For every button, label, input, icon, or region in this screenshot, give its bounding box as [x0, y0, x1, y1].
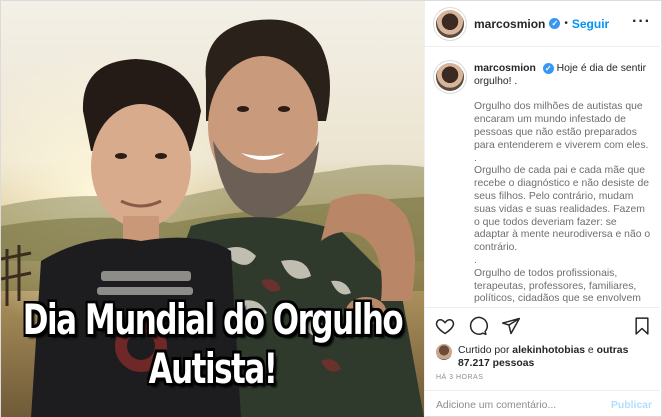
liker-username[interactable]: alekinhotobias [512, 345, 585, 356]
likes-middle: e [585, 345, 597, 356]
bookmark-icon[interactable] [632, 316, 652, 336]
verified-badge-icon: ✓ [549, 18, 561, 29]
caption-comment: marcosmion ✓ Hoje é dia de sentir orgulh… [436, 63, 653, 306]
caption-paragraph: . [474, 152, 477, 164]
likes-summary: Curtido por alekinhotobias e outras 87.2… [436, 344, 648, 370]
caption-text: marcosmion ✓ Hoje é dia de sentir orgulh… [474, 63, 653, 306]
header-separator: • [564, 18, 568, 29]
caption-paragraph: . [474, 254, 477, 266]
comment-input[interactable] [436, 399, 611, 411]
photo-overlay-text: Dia Mundial do Orgulho Autista! [22, 296, 404, 394]
post-timestamp[interactable]: HÁ 3 HORAS [436, 374, 483, 381]
heart-icon[interactable] [435, 316, 455, 336]
more-options-icon[interactable]: ··· [632, 13, 651, 31]
caption-avatar[interactable] [436, 63, 464, 91]
instagram-post: Dia Mundial do Orgulho Autista! marcosmi… [0, 0, 662, 417]
caption-paragraph: Orgulho dos milhões de autistas que enca… [474, 101, 649, 151]
avatar[interactable] [436, 9, 464, 38]
add-comment-bar: Publicar [425, 390, 662, 417]
publish-button[interactable]: Publicar [611, 400, 652, 411]
action-icons [435, 316, 521, 336]
comment-icon[interactable] [468, 316, 488, 336]
caption-area[interactable]: marcosmion ✓ Hoje é dia de sentir orgulh… [425, 48, 662, 306]
caption-verified-badge-icon: ✓ [542, 63, 554, 74]
likes-prefix: Curtido por [458, 345, 513, 356]
caption-gap [474, 89, 653, 102]
liker-avatar[interactable] [436, 344, 452, 360]
caption-paragraph: Orgulho de cada pai e cada mãe que receb… [474, 165, 651, 254]
caption-username[interactable]: marcosmion [474, 63, 536, 74]
likes-text: Curtido por alekinhotobias e outras 87.2… [458, 344, 648, 370]
header-username[interactable]: marcosmion [474, 17, 545, 31]
follow-button[interactable]: Seguir [572, 17, 609, 31]
post-side-panel: marcosmion ✓ • Seguir ··· marcosmion ✓ H… [424, 1, 662, 417]
post-actions: Curtido por alekinhotobias e outras 87.2… [425, 307, 662, 417]
caption-paragraph: Orgulho de todos profissionais, terapeut… [474, 267, 641, 305]
share-icon[interactable] [501, 316, 521, 336]
post-header: marcosmion ✓ • Seguir ··· [425, 1, 662, 47]
post-photo[interactable]: Dia Mundial do Orgulho Autista! [1, 1, 424, 417]
